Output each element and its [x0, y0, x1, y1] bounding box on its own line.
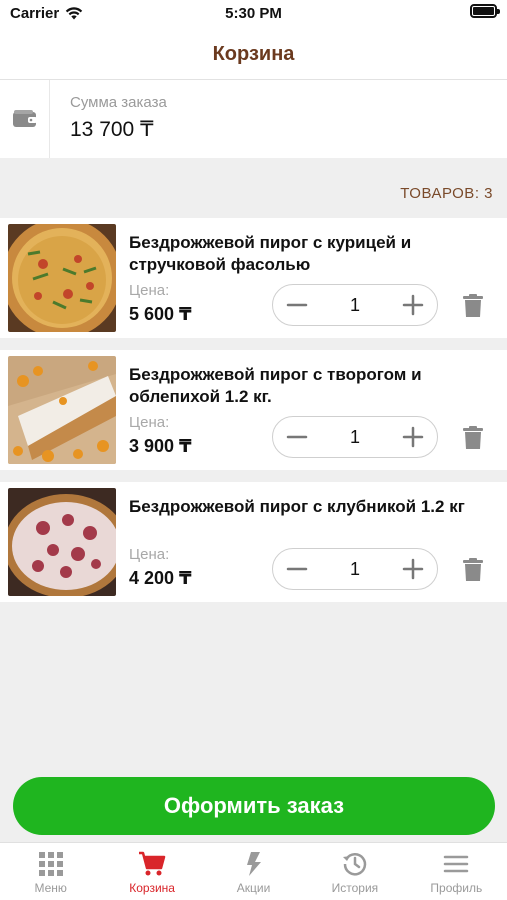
price-label: Цена: — [129, 282, 170, 299]
status-bar: Carrier 5:30 PM — [0, 0, 507, 30]
price-label: Цена: — [129, 546, 170, 563]
decrease-button[interactable] — [273, 417, 321, 457]
grid-icon — [38, 852, 63, 876]
minus-icon — [286, 567, 308, 571]
wallet-icon — [12, 110, 37, 127]
tab-profile[interactable]: Профиль — [406, 843, 507, 900]
minus-icon — [286, 435, 308, 439]
menu-icon — [444, 855, 469, 873]
tab-label: Корзина — [129, 881, 175, 895]
quantity-value: 1 — [349, 294, 360, 315]
item-name: Бездрожжевой пирог с творогом и облепихо… — [129, 365, 422, 406]
checkout-button-label: Оформить заказ — [163, 793, 345, 818]
nav-header: Корзина — [0, 30, 507, 80]
status-time: 5:30 PM — [225, 5, 282, 22]
summary-icon-cell — [0, 80, 50, 158]
battery-icon — [470, 4, 500, 18]
items-count: ТОВАРОВ: 3 — [400, 185, 493, 202]
plus-icon — [402, 294, 424, 316]
checkout-button[interactable]: Оформить заказ — [13, 777, 495, 835]
summary-text: Сумма заказа 13 700 ₸ — [50, 80, 167, 158]
price-label: Цена: — [129, 414, 170, 431]
cart-item: Бездрожжевой пирог с курицей и стручково… — [0, 218, 507, 338]
item-name: Бездрожжевой пирог с клубникой 1.2 кг — [129, 497, 465, 516]
chicken-pie-image — [8, 224, 116, 332]
cart-item: Бездрожжевой пирог с творогом и облепихо… — [0, 350, 507, 470]
quantity-value: 1 — [349, 558, 360, 579]
decrease-button[interactable] — [273, 285, 321, 325]
delete-button[interactable] — [462, 558, 484, 582]
tab-label: История — [331, 881, 379, 895]
minus-icon — [286, 303, 308, 307]
history-icon — [342, 853, 367, 876]
summary-label: Сумма заказа — [70, 94, 167, 111]
cottage-cheese-pie-image — [8, 356, 116, 464]
item-name: Бездрожжевой пирог с курицей и стручково… — [129, 233, 412, 274]
cart-icon — [139, 851, 166, 876]
item-price: 5 600 ₸ — [129, 304, 192, 324]
increase-button[interactable] — [389, 285, 437, 325]
item-price: 3 900 ₸ — [129, 436, 192, 456]
tab-menu[interactable]: Меню — [0, 843, 101, 900]
tab-label: Акции — [236, 881, 271, 895]
increase-button[interactable] — [389, 549, 437, 589]
quantity-value: 1 — [349, 426, 360, 447]
plus-icon — [402, 558, 424, 580]
item-price: 4 200 ₸ — [129, 568, 192, 588]
delete-button[interactable] — [462, 294, 484, 318]
quantity-stepper: 1 — [272, 548, 438, 590]
tab-label: Меню — [34, 881, 67, 895]
page-title: Корзина — [212, 43, 295, 65]
tab-promotions[interactable]: Акции — [203, 843, 304, 900]
strawberry-pie-image — [8, 488, 116, 596]
order-summary: Сумма заказа 13 700 ₸ — [0, 80, 507, 158]
decrease-button[interactable] — [273, 549, 321, 589]
plus-icon — [402, 426, 424, 448]
tab-history[interactable]: История — [304, 843, 405, 900]
quantity-stepper: 1 — [272, 284, 438, 326]
tab-label: Профиль — [430, 881, 483, 895]
delete-button[interactable] — [462, 426, 484, 450]
tab-cart[interactable]: Корзина — [101, 843, 202, 900]
tab-bar: Меню Корзина Акции История Профиль — [0, 842, 507, 900]
battery-fill — [473, 7, 494, 15]
quantity-stepper: 1 — [272, 416, 438, 458]
cart-item: Бездрожжевой пирог с клубникой 1.2 кг Це… — [0, 482, 507, 602]
summary-total: 13 700 ₸ — [70, 118, 154, 141]
increase-button[interactable] — [389, 417, 437, 457]
lightning-icon — [246, 852, 261, 876]
